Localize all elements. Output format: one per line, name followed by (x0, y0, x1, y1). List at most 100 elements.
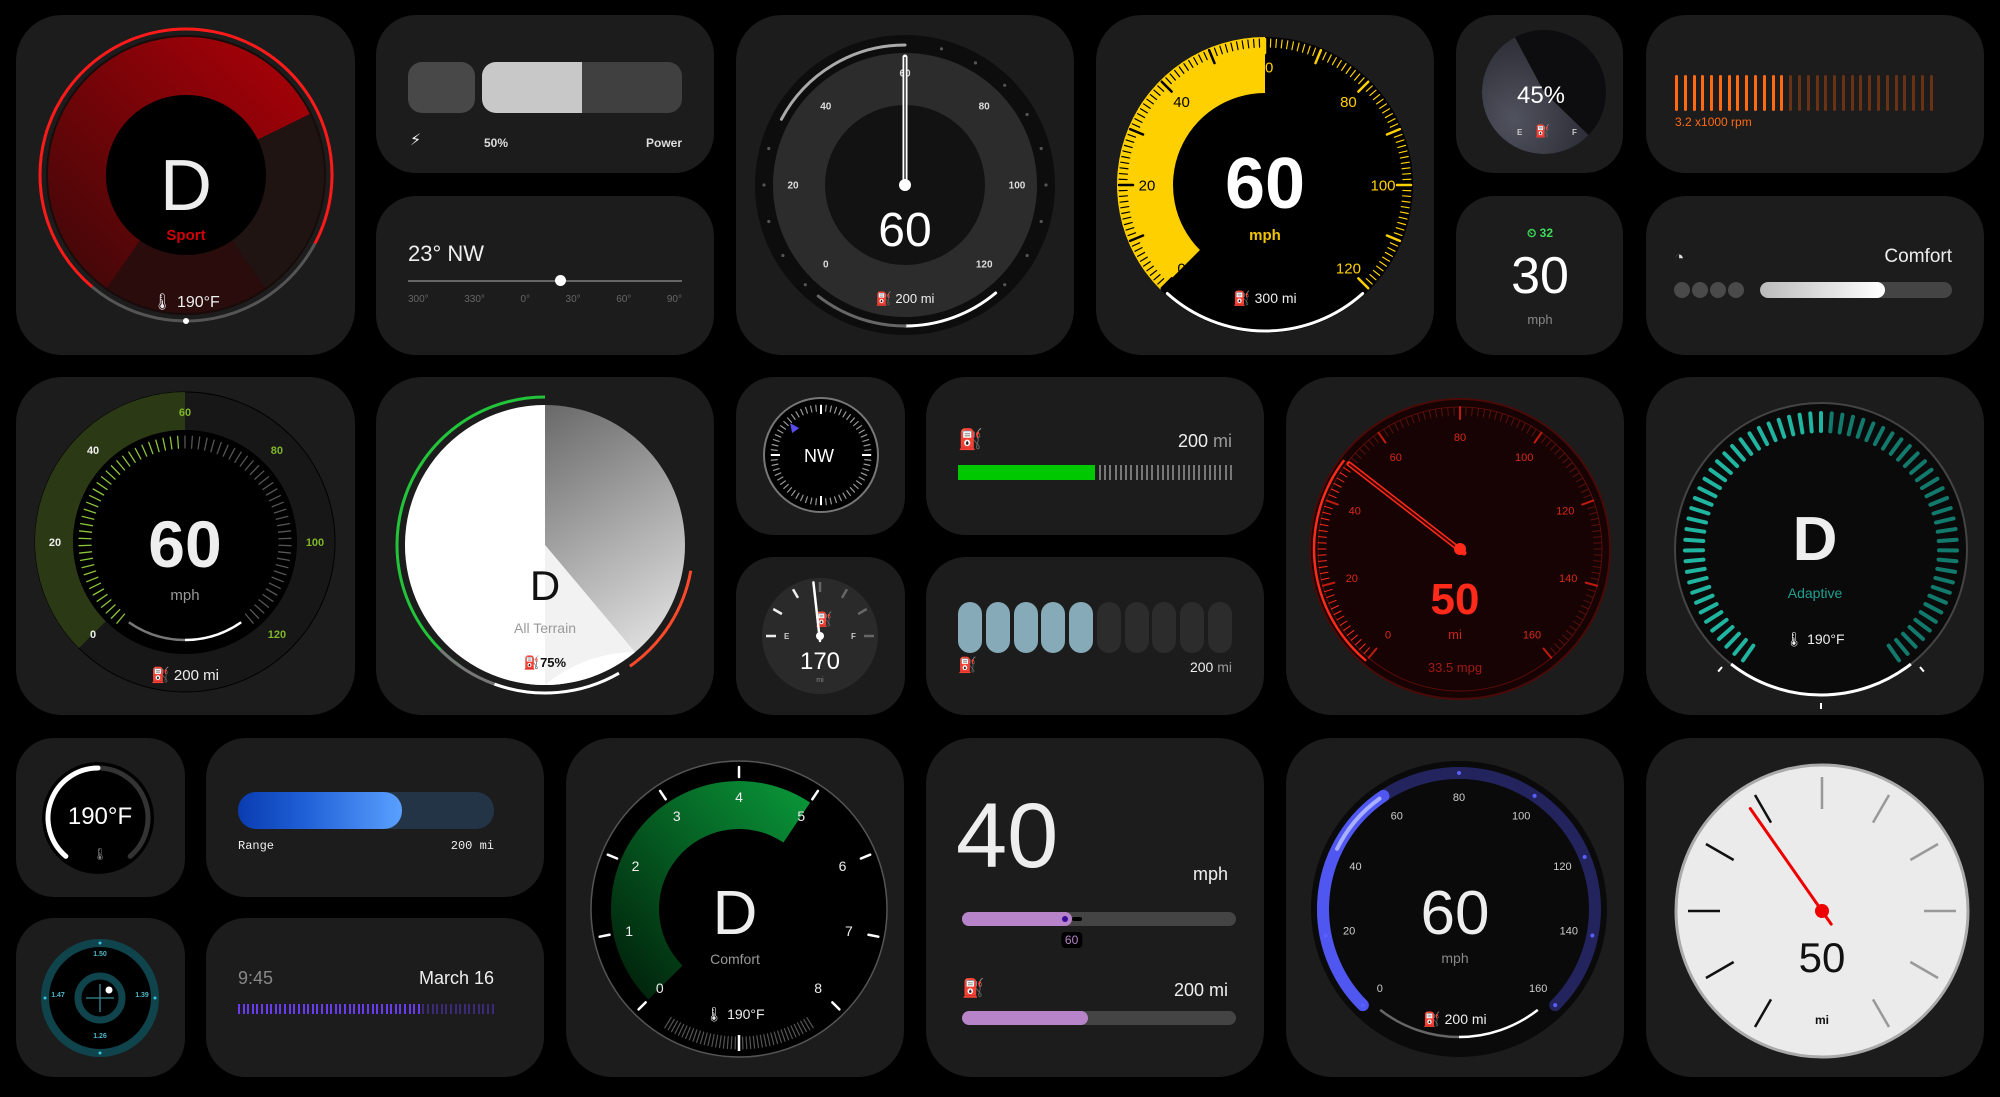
time-bar (482, 1004, 485, 1014)
speed-tick-label: 60 (179, 407, 191, 419)
speed-limit-widget[interactable]: ⏲ 32 30 mph (1456, 196, 1623, 355)
time-bar (256, 1004, 259, 1014)
compass-widget[interactable]: NW (736, 377, 905, 535)
pill-range-widget[interactable]: ⛽ 200 mi (926, 557, 1264, 715)
speed-value: 60 (1224, 144, 1306, 224)
range-pill (1013, 602, 1038, 653)
rpm-bar (1683, 75, 1687, 111)
speed-tick-label: 120 (976, 260, 993, 271)
rpm-tick-label: 0 (656, 980, 664, 996)
all-terrain-widget[interactable]: D All Terrain ⛽75% (376, 377, 714, 715)
speed-limit-readout: ⏲ 32 (1527, 226, 1553, 241)
blue-speedometer-widget[interactable]: 0 20 40 60 80 100 120 140 160 60 mph ⛽ 200 mi (1286, 738, 1624, 1077)
heading-slider-knob[interactable] (554, 275, 566, 286)
mode-dot[interactable] (1728, 282, 1744, 298)
heading-slider-track[interactable] (408, 280, 682, 282)
time-bar (307, 1004, 310, 1014)
speed-tick-label: 0 (1177, 261, 1185, 278)
time-bar (339, 1004, 342, 1014)
range-tick (1156, 465, 1159, 480)
speed-unit: mph (1441, 950, 1469, 966)
sport-gear-widget[interactable]: D Sport 🌡 190°F (16, 15, 355, 355)
time-bar (334, 1004, 337, 1014)
range-pill (1041, 602, 1066, 653)
mode-dot[interactable] (1692, 282, 1708, 298)
time-bar (371, 1004, 374, 1014)
red-trip-gauge-widget[interactable]: 0 20 40 60 80 100 120 140 160 50 mi 33.5 mpg (1286, 377, 1624, 715)
trim-left-value: 1.47 (51, 992, 65, 999)
rpm-bar (1929, 75, 1933, 111)
power-widget[interactable]: ⚡ 50% Power (376, 15, 714, 173)
dial-dot (1025, 112, 1029, 117)
minor-tick (1447, 407, 1449, 417)
time-bar (316, 1004, 319, 1014)
drive-mode-widget[interactable]: ◔ Comfort (1646, 196, 1984, 355)
trim-gauge-widget[interactable]: 1.50 1.47 1.39 1.26 (16, 918, 185, 1077)
mode-dots (1674, 282, 1744, 298)
comfort-tachometer-widget[interactable]: 0 1 2 3 4 5 6 7 8 D Comfort 🌡 190°F (566, 738, 904, 1077)
speed-marker-dot (1590, 933, 1595, 938)
rpm-bar-meter (1675, 75, 1933, 111)
minor-tick (176, 435, 180, 449)
speed-tick-label: 80 (1340, 94, 1357, 111)
speed-tick-label: 120 (1553, 861, 1571, 873)
wind-heading-widget[interactable]: 23° NW 300° 330° 0° 30° 60° 90° (376, 196, 714, 355)
purple-speed-widget[interactable]: 40 mph 60 ⛽ 200 mi (926, 738, 1264, 1077)
fuel-dial-widget[interactable]: ⛽ E F 170 mi (736, 557, 905, 715)
fuel-level-widget[interactable]: 45% E ⛽ F (1456, 15, 1623, 173)
speed-limit-value: 32 (1539, 226, 1554, 240)
range-tick (1114, 465, 1117, 480)
compass-tick (770, 458, 778, 461)
white-trip-dial-widget[interactable]: 50 mi (1646, 738, 1984, 1077)
range-tick (1119, 465, 1122, 480)
power-percent: 50% (484, 136, 509, 150)
adaptive-gear-widget[interactable]: D Adaptive 🌡 190°F (1646, 377, 1984, 715)
dial-dot (767, 146, 771, 151)
trip-unit: mi (1448, 627, 1462, 642)
fuel-percent: 45% (1516, 82, 1566, 109)
mode-dot[interactable] (1674, 282, 1690, 298)
speed-tick-label: 100 (1009, 181, 1026, 192)
yellow-speedometer-widget[interactable]: 0 20 40 60 80 100 120 60 mph ⛽ 300 mi (1096, 15, 1434, 355)
current-speed: 30 (1511, 247, 1569, 305)
power-label: Power (645, 136, 682, 150)
time-bar (450, 1004, 453, 1014)
range-value: 200 mi (1173, 980, 1228, 1000)
ev-fuel-icon: ⛽ (962, 978, 985, 998)
compass-tick (864, 449, 872, 452)
fuel-dial: ⛽ (762, 578, 878, 694)
speed-tick-label: 120 (1336, 261, 1361, 278)
rpm-widget[interactable]: 3.2 x1000 rpm (1646, 15, 1984, 173)
time-bar (311, 1004, 314, 1014)
rpm-bar (1762, 75, 1766, 111)
rpm-tick-label: 3 (673, 808, 681, 824)
mode-dot[interactable] (1710, 282, 1726, 298)
gear-label: D (529, 562, 561, 609)
range-pill (1069, 602, 1094, 653)
mono-speedometer-widget[interactable]: 020406080100120 60 ⛽ 200 mi (736, 15, 1074, 355)
compass-tick (815, 404, 818, 412)
time-bar (279, 1004, 282, 1014)
blue-range-widget[interactable]: Range 200 mi (206, 738, 544, 897)
compass-tick (864, 458, 872, 461)
speed-value: 40 (956, 785, 1059, 887)
dial-dot (1039, 146, 1043, 151)
speed-tick-label: 140 (1560, 926, 1578, 938)
clock-date-widget[interactable]: 9:45 March 16 (206, 918, 544, 1077)
mode-slider-track[interactable] (1760, 282, 1952, 298)
green-range-widget[interactable]: ⛽ 200 mi (926, 377, 1264, 535)
range-tick (1099, 465, 1101, 480)
speed-unit: mph (1192, 864, 1228, 884)
time-bar (302, 1004, 305, 1014)
green-speedometer-widget[interactable]: 0 20 40 60 80 100 120 60 mph ⛽ 200 mi (16, 377, 355, 715)
trim-top-value: 1.50 (93, 951, 107, 958)
coolant-ring-widget[interactable]: 190°F 🌡 (16, 738, 185, 897)
time-bar (403, 1004, 406, 1014)
range-pill (1096, 602, 1121, 653)
time-bar (247, 1004, 250, 1014)
power-bar-track[interactable] (482, 62, 682, 113)
time-bar (491, 1004, 494, 1014)
coolant-icon: 🌡 (92, 847, 108, 861)
dial-dot (1039, 219, 1043, 224)
speed-unit: mph (1527, 312, 1553, 327)
